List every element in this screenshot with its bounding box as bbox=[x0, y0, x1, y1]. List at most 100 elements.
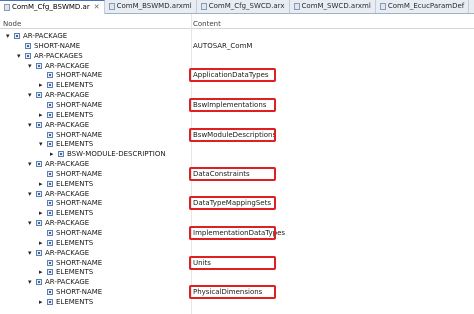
tab-comm-ecucparamdef[interactable]: ComM_EcucParamDef bbox=[376, 0, 470, 13]
node-label: AR-PACKAGE bbox=[45, 219, 90, 227]
file-icon bbox=[4, 4, 10, 11]
tab-comm-swcd[interactable]: ComM_SWCD.arxml bbox=[290, 0, 376, 13]
node-label: AR-PACKAGE bbox=[45, 160, 90, 168]
tree-row[interactable]: ▸ ELEMENTS bbox=[0, 179, 474, 189]
tree-row[interactable]: SHORT-NAME BswImplementations bbox=[0, 100, 474, 110]
collapse-twisty-icon[interactable]: ▾ bbox=[28, 120, 32, 130]
tree-row[interactable]: SHORT-NAME AUTOSAR_ComM bbox=[0, 41, 474, 51]
node-label: ELEMENTS bbox=[56, 81, 94, 89]
tree-row[interactable]: ▾ AR-PACKAGE bbox=[0, 248, 474, 258]
tab-label: ComM_EcucParamDef bbox=[387, 2, 465, 10]
tree-row[interactable]: ▾ AR-PACKAGE bbox=[0, 218, 474, 228]
tab-label: ComM_Cfg_SWCD.arx bbox=[208, 2, 285, 10]
node-label: SHORT-NAME bbox=[56, 170, 103, 178]
node-label: ELEMENTS bbox=[56, 268, 94, 276]
tab-label: ComM_Cfg_BSWMD.ar bbox=[12, 3, 90, 11]
tree-row[interactable]: SHORT-NAME DataTypeMappingSets bbox=[0, 198, 474, 208]
expand-twisty-icon[interactable]: ▸ bbox=[39, 208, 43, 218]
xml-element-icon bbox=[47, 141, 53, 147]
tree-row[interactable]: ▾ AR-PACKAGE bbox=[0, 159, 474, 169]
node-content[interactable]: BswImplementations bbox=[193, 100, 266, 110]
tree-row[interactable]: ▾ AR-PACKAGE bbox=[0, 90, 474, 100]
xml-element-icon bbox=[47, 72, 53, 78]
tab-comm-bswmd[interactable]: ComM_BSWMD.arxml bbox=[105, 0, 197, 13]
xml-element-icon bbox=[47, 269, 53, 275]
xml-element-icon bbox=[47, 299, 53, 305]
xml-element-icon bbox=[36, 191, 42, 197]
tree-row[interactable]: SHORT-NAME DataConstraints bbox=[0, 169, 474, 179]
xml-element-icon bbox=[36, 122, 42, 128]
expand-twisty-icon[interactable]: ▸ bbox=[50, 149, 54, 159]
collapse-twisty-icon[interactable]: ▾ bbox=[6, 31, 10, 41]
node-label: AR-PACKAGE bbox=[45, 121, 90, 129]
node-label: ELEMENTS bbox=[56, 140, 94, 148]
xml-element-icon bbox=[47, 112, 53, 118]
xml-element-icon bbox=[47, 210, 53, 216]
tree-row[interactable]: SHORT-NAME ImplementationDataTypes bbox=[0, 228, 474, 238]
tree-row[interactable]: ▸ ELEMENTS bbox=[0, 110, 474, 120]
node-label: SHORT-NAME bbox=[56, 288, 103, 296]
tree-row[interactable]: ▸ ELEMENTS bbox=[0, 208, 474, 218]
collapse-twisty-icon[interactable]: ▾ bbox=[28, 248, 32, 258]
file-icon bbox=[200, 3, 207, 10]
tree-row[interactable]: SHORT-NAME ApplicationDataTypes bbox=[0, 70, 474, 80]
xml-element-icon bbox=[47, 230, 53, 236]
node-label: ELEMENTS bbox=[56, 209, 94, 217]
node-content[interactable]: ApplicationDataTypes bbox=[193, 70, 269, 80]
tree-row[interactable]: ▾ AR-PACKAGE bbox=[0, 31, 474, 41]
node-label: ELEMENTS bbox=[56, 239, 94, 247]
expand-twisty-icon[interactable]: ▸ bbox=[39, 297, 43, 307]
collapse-twisty-icon[interactable]: ▾ bbox=[28, 159, 32, 169]
tree-row[interactable]: ▾ ELEMENTS bbox=[0, 139, 474, 149]
close-icon[interactable]: ✕ bbox=[94, 1, 100, 14]
expand-twisty-icon[interactable]: ▸ bbox=[39, 80, 43, 90]
xml-element-icon bbox=[47, 260, 53, 266]
node-label: AR-PACKAGE bbox=[45, 91, 90, 99]
tab-comm-cfg-bswmd[interactable]: ComM_Cfg_BSWMD.ar ✕ bbox=[0, 0, 105, 14]
column-header-node[interactable]: Node bbox=[3, 14, 21, 28]
tree-row[interactable]: ▸ ELEMENTS bbox=[0, 80, 474, 90]
tree-row[interactable]: ▾ AR-PACKAGE bbox=[0, 277, 474, 287]
collapse-twisty-icon[interactable]: ▾ bbox=[28, 90, 32, 100]
node-content[interactable]: PhysicalDimensions bbox=[193, 287, 262, 297]
node-content[interactable]: DataTypeMappingSets bbox=[193, 198, 271, 208]
node-content[interactable]: DataConstraints bbox=[193, 169, 250, 179]
xml-element-icon bbox=[36, 279, 42, 285]
xml-element-icon bbox=[47, 181, 53, 187]
xml-element-icon bbox=[14, 33, 20, 39]
tree-table-header: Node Content bbox=[0, 14, 474, 29]
node-label: ELEMENTS bbox=[56, 298, 94, 306]
tree-row[interactable]: ▸ BSW-MODULE-DESCRIPTION bbox=[0, 149, 474, 159]
expand-twisty-icon[interactable]: ▸ bbox=[39, 238, 43, 248]
node-label: AR-PACKAGE bbox=[23, 32, 68, 40]
tree-row[interactable]: SHORT-NAME PhysicalDimensions bbox=[0, 287, 474, 297]
node-label: AR-PACKAGES bbox=[34, 52, 83, 60]
xml-element-icon bbox=[36, 220, 42, 226]
expand-twisty-icon[interactable]: ▸ bbox=[39, 110, 43, 120]
node-label: SHORT-NAME bbox=[56, 71, 103, 79]
xml-element-icon bbox=[36, 161, 42, 167]
file-icon bbox=[108, 3, 115, 10]
expand-twisty-icon[interactable]: ▸ bbox=[39, 267, 43, 277]
node-label: SHORT-NAME bbox=[56, 229, 103, 237]
expand-twisty-icon[interactable]: ▸ bbox=[39, 179, 43, 189]
xml-element-icon bbox=[47, 289, 53, 295]
column-header-content[interactable]: Content bbox=[193, 14, 221, 28]
tab-label: ComM_BSWMD.arxml bbox=[116, 2, 192, 10]
tree-row[interactable]: ▸ ELEMENTS bbox=[0, 238, 474, 248]
tree-row[interactable]: ▸ ELEMENTS bbox=[0, 267, 474, 277]
tree-row[interactable]: ▸ ELEMENTS bbox=[0, 297, 474, 307]
file-icon bbox=[379, 3, 386, 10]
xml-element-icon bbox=[36, 92, 42, 98]
tree-row[interactable]: ▾ AR-PACKAGE bbox=[0, 120, 474, 130]
collapse-twisty-icon[interactable]: ▾ bbox=[39, 139, 43, 149]
xml-element-icon bbox=[25, 43, 31, 49]
collapse-twisty-icon[interactable]: ▾ bbox=[17, 51, 21, 61]
node-label: ELEMENTS bbox=[56, 111, 94, 119]
node-content[interactable]: AUTOSAR_ComM bbox=[193, 41, 252, 51]
tree-row[interactable]: ▾ AR-PACKAGES bbox=[0, 51, 474, 61]
collapse-twisty-icon[interactable]: ▾ bbox=[28, 218, 32, 228]
tab-comm-cfg-swcd[interactable]: ComM_Cfg_SWCD.arx bbox=[197, 0, 290, 13]
collapse-twisty-icon[interactable]: ▾ bbox=[28, 277, 32, 287]
node-content[interactable]: ImplementationDataTypes bbox=[193, 228, 285, 238]
